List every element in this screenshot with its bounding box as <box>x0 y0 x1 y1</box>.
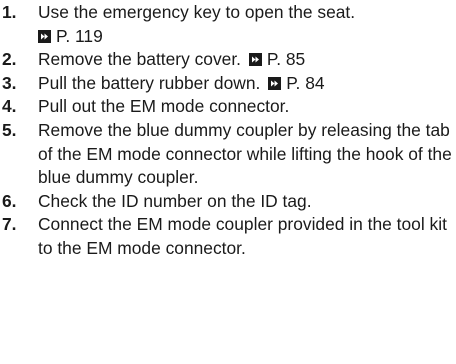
step-number: 3. <box>2 72 17 93</box>
step-number: 7. <box>2 214 17 235</box>
page-reference-arrow-icon <box>38 29 51 43</box>
page-reference: P. 85 <box>246 49 305 69</box>
step-3: 3. Pull the battery rubber down. P. 84 <box>0 72 456 96</box>
page-reference-arrow-icon <box>248 53 262 67</box>
step-text: Use the emergency key to open the seat. <box>38 2 356 22</box>
page-reference-text: P. 84 <box>286 72 325 93</box>
step-number: 4. <box>2 96 17 117</box>
instruction-steps: 1. Use the emergency key to open the sea… <box>0 0 456 261</box>
step-number: 2. <box>2 49 17 70</box>
step-text: Remove the battery cover. <box>38 49 241 70</box>
step-5: 5. Remove the blue dummy coupler by rele… <box>0 119 456 190</box>
step-text: Check the ID number on the ID tag. <box>38 190 312 211</box>
step-6: 6. Check the ID number on the ID tag. <box>0 190 456 214</box>
step-4: 4. Pull out the EM mode connector. <box>0 95 456 119</box>
step-number: 5. <box>2 119 17 140</box>
page-reference-arrow-icon <box>268 76 282 90</box>
step-7: 7. Connect the EM mode coupler provided … <box>0 213 456 260</box>
step-text: Remove the blue dummy coupler by releasi… <box>38 119 452 188</box>
page-reference: P. 119 <box>38 26 103 46</box>
step-text: Pull the battery rubber down. <box>38 72 261 93</box>
step-1: 1. Use the emergency key to open the sea… <box>0 1 456 48</box>
step-text: Pull out the EM mode connector. <box>38 96 290 117</box>
page-reference-text: P. 119 <box>56 25 103 46</box>
page-reference: P. 84 <box>265 72 325 93</box>
step-2: 2. Remove the battery cover. P. 85 <box>0 48 456 72</box>
step-number: 1. <box>2 2 17 22</box>
step-number: 6. <box>2 190 17 211</box>
page-reference-text: P. 85 <box>266 49 306 70</box>
step-text: Connect the EM mode coupler provided in … <box>38 214 447 258</box>
